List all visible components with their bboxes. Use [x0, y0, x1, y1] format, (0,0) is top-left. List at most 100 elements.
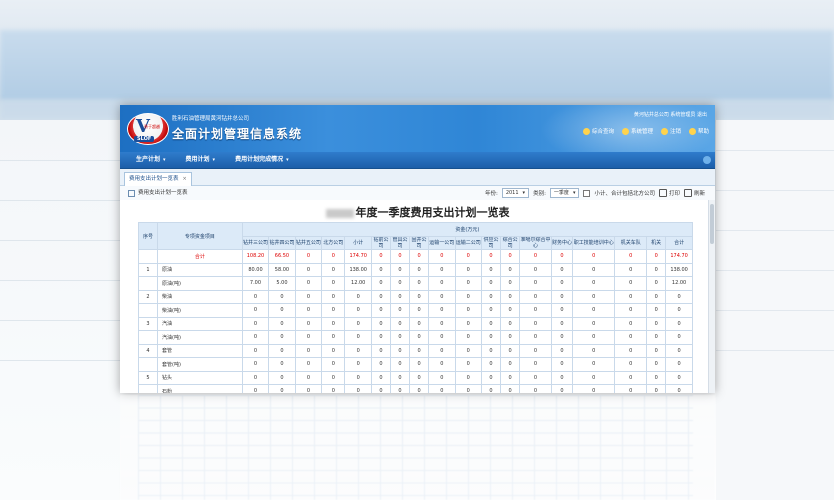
table-cell: 0	[646, 303, 667, 318]
column-header: 机关	[646, 235, 667, 250]
row-seq	[137, 249, 159, 264]
type-label: 类别:	[533, 191, 546, 197]
table-row: 石粉 0 0 0 0 0 0 0 0 0 0 0 0 0 0 0 0 0 0	[137, 384, 693, 393]
include-north-checkbox[interactable]	[583, 189, 591, 197]
system-settings-button[interactable]: 系统管理	[621, 127, 653, 135]
chevron-down-icon: ▾	[163, 157, 166, 163]
table-cell: 0	[480, 276, 502, 291]
table-cell: 0	[389, 262, 411, 277]
table-cell: 0	[321, 357, 346, 372]
table-cell: 0	[321, 262, 346, 277]
table-cell: 0	[665, 330, 693, 345]
table-cell: 0	[572, 384, 616, 393]
table-cell: 0	[519, 330, 552, 345]
year-label: 年份:	[484, 191, 498, 197]
table-cell: 0	[241, 330, 270, 345]
table-cell: 0	[480, 370, 502, 385]
type-select[interactable]: 一季度 ▾	[549, 188, 580, 198]
header-item: 专项资金项目	[157, 222, 243, 250]
table-row: 2 柴油 0 0 0 0 0 0 0 0 0 0 0 0 0 0 0 0 0 0	[137, 289, 693, 304]
gear-icon	[621, 127, 629, 135]
table-cell: 12.00	[344, 276, 372, 291]
table-cell: 138.00	[665, 262, 693, 277]
table-cell: 0	[268, 343, 296, 358]
table-cell: 0	[550, 316, 574, 331]
table-cell: 0	[454, 276, 483, 291]
row-seq	[137, 357, 159, 372]
nav-expense-plan[interactable]: 费用计划 ▾	[178, 152, 224, 168]
vertical-scrollbar[interactable]	[708, 200, 715, 393]
table-cell: 0	[665, 303, 693, 318]
table-cell: 0	[409, 343, 430, 358]
table-cell: 0	[409, 289, 430, 304]
table-cell: 0	[454, 357, 483, 372]
close-icon[interactable]: ×	[183, 173, 187, 186]
table-cell: 0	[550, 262, 574, 277]
table-cell: 0	[409, 276, 430, 291]
table-cell: 0	[500, 303, 521, 318]
user-info[interactable]: 黄河钻井总公司 系统管理员 退出	[634, 111, 707, 118]
logo-subtitle: SLOF	[134, 136, 155, 142]
table-cell: 0	[572, 303, 616, 318]
table-cell: 0	[241, 289, 270, 304]
table-cell: 80.00	[241, 262, 270, 277]
table-cell: 0	[428, 384, 456, 393]
year-select[interactable]: 2011 ▾	[501, 188, 530, 198]
table-cell: 0	[268, 384, 296, 393]
table-cell: 0	[370, 249, 391, 264]
table-cell: 0	[646, 357, 667, 372]
table-cell: 0	[370, 343, 391, 358]
table-cell: 0	[409, 303, 430, 318]
table-cell: 0	[480, 289, 502, 304]
table-cell: 0	[389, 343, 411, 358]
nav-production-plan[interactable]: 生产计划 ▾	[128, 152, 174, 168]
print-button[interactable]: 打印	[658, 189, 680, 197]
table-cell: 0	[389, 384, 411, 393]
table-cell: 138.00	[344, 262, 372, 277]
row-item-name: 合计	[157, 249, 243, 264]
table-cell: 0	[550, 289, 574, 304]
query-button[interactable]: 综合查询	[582, 127, 614, 135]
row-item-name: 原油	[157, 262, 243, 277]
tab-expense-list[interactable]: 费用支出计划一览表 ×	[124, 172, 192, 186]
table-cell: 0	[241, 343, 270, 358]
table-cell: 0	[454, 370, 483, 385]
table-cell: 0	[389, 303, 411, 318]
table-row: 原油(吨) 7.00 5.00 0 0 12.00 0 0 0 0 0 0 0 0 0 0 0 0 12.00	[137, 276, 693, 291]
table-cell: 0	[428, 262, 456, 277]
row-item-name: 套管	[157, 343, 243, 358]
table-cell: 0	[454, 384, 483, 393]
nav-toggle-icon[interactable]	[703, 156, 711, 164]
table-cell: 0	[500, 343, 521, 358]
table-cell: 0	[321, 343, 346, 358]
table-cell: 0	[268, 289, 296, 304]
table-cell: 0	[294, 303, 323, 318]
table-cell: 0	[550, 249, 574, 264]
table-cell: 0	[344, 343, 372, 358]
table-cell: 0	[344, 303, 372, 318]
table-cell: 0	[614, 384, 648, 393]
table-cell: 0	[389, 316, 411, 331]
column-header: 钻井四公司	[268, 235, 296, 250]
table-cell: 0	[665, 370, 693, 385]
table-cell: 0	[268, 303, 296, 318]
row-item-name: 原油(吨)	[157, 276, 243, 291]
table-cell: 0	[454, 249, 483, 264]
chevron-down-icon: ▾	[572, 190, 576, 196]
table-cell: 0	[646, 343, 667, 358]
table-cell: 0	[614, 249, 648, 264]
row-item-name: 柴油	[157, 289, 243, 304]
table-cell: 0	[241, 384, 270, 393]
table-cell: 0	[646, 262, 667, 277]
scrollbar-thumb[interactable]	[710, 204, 714, 244]
table-cell: 0	[572, 262, 616, 277]
table-cell: 0	[519, 249, 552, 264]
logout-button[interactable]: 注销	[660, 127, 681, 135]
table-cell: 0	[241, 357, 270, 372]
refresh-button[interactable]: 刷新	[683, 189, 705, 197]
nav-expense-completion[interactable]: 费用计划完成情况 ▾	[227, 152, 297, 168]
help-button[interactable]: 帮助	[688, 127, 709, 135]
table-cell: 0	[344, 316, 372, 331]
row-item-name: 套管(吨)	[157, 357, 243, 372]
report-title: 年度一季度费用支出计划一览表	[120, 204, 715, 220]
